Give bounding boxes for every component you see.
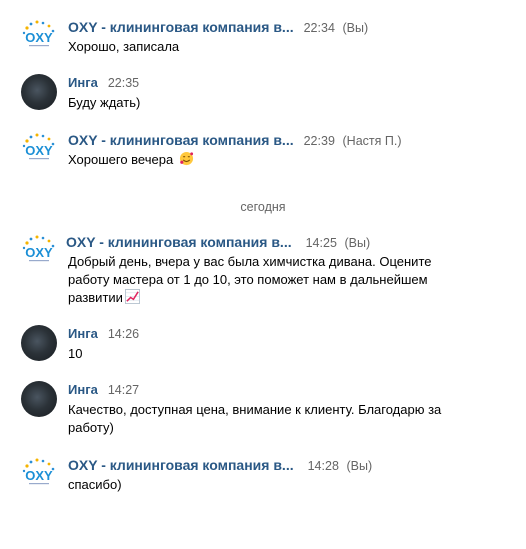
message-text: Буду ждать) — [68, 95, 141, 110]
message-header: OXY - клининговая компания в... 14:28 (Вы… — [68, 456, 372, 475]
message-header: Инга 14:27 — [68, 381, 139, 399]
svg-text:OXY: OXY — [25, 245, 53, 260]
message-header: Инга 14:26 — [68, 325, 139, 343]
avatar[interactable]: OXY — [21, 233, 57, 269]
chart-increasing-icon — [124, 289, 140, 309]
author-name[interactable]: Инга — [68, 382, 98, 397]
svg-text:OXY: OXY — [25, 143, 53, 158]
avatar[interactable] — [21, 74, 57, 110]
message-text: Хорошо, записала — [68, 39, 180, 54]
avatar[interactable]: OXY — [21, 456, 57, 492]
message-time[interactable]: 22:39 — [304, 134, 335, 148]
message-text: Добрый день, вчера у вас была химчистка … — [68, 253, 458, 309]
oxy-logo-icon: OXY — [22, 133, 55, 160]
message-time[interactable]: 14:27 — [108, 383, 139, 397]
avatar[interactable]: OXY — [21, 131, 57, 167]
date-divider: сегодня — [240, 200, 286, 214]
author-name[interactable]: OXY - клининговая компания в... — [66, 234, 292, 250]
message-text: спасибо) — [68, 477, 122, 492]
sender-note: (Вы) — [344, 236, 371, 250]
message-time[interactable]: 14:25 — [306, 236, 337, 250]
oxy-logo-icon: OXY — [22, 458, 55, 485]
message-header: OXY - клининговая компания в... 14:25 (Вы… — [66, 233, 370, 252]
message-text: 10 — [68, 346, 83, 361]
oxy-logo-icon: OXY — [22, 20, 55, 47]
message-text-content: Добрый день, вчера у вас была химчистка … — [68, 254, 432, 305]
avatar[interactable]: OXY — [21, 18, 57, 54]
sender-note: (Вы) — [342, 21, 369, 35]
message-text: Качество, доступная цена, внимание к кли… — [68, 402, 442, 435]
sender-note: (Настя П.) — [342, 134, 402, 148]
message-time[interactable]: 22:34 — [304, 21, 335, 35]
author-name[interactable]: OXY - клининговая компания в... — [68, 457, 294, 473]
message-text: Хорошего вечера — [68, 151, 458, 171]
message-time[interactable]: 22:35 — [108, 76, 139, 90]
message-header: Инга 22:35 — [68, 74, 139, 92]
svg-text:OXY: OXY — [25, 468, 53, 483]
avatar[interactable] — [21, 325, 57, 361]
author-name[interactable]: Инга — [68, 75, 98, 90]
author-name[interactable]: Инга — [68, 326, 98, 341]
message-header: OXY - клининговая компания в... 22:34 (Вы… — [68, 18, 368, 37]
avatar[interactable] — [21, 381, 57, 417]
message-text-content: Хорошего вечера — [68, 152, 174, 167]
author-name[interactable]: OXY - клининговая компания в... — [68, 19, 294, 35]
message-header: OXY - клининговая компания в... 22:39 (На… — [68, 131, 402, 150]
author-name[interactable]: OXY - клининговая компания в... — [68, 132, 294, 148]
smiling-face-with-hearts-icon — [179, 151, 194, 171]
oxy-logo-icon: OXY — [22, 235, 55, 262]
sender-note: (Вы) — [346, 459, 373, 473]
svg-text:OXY: OXY — [25, 30, 53, 45]
message-time[interactable]: 14:28 — [308, 459, 339, 473]
message-time[interactable]: 14:26 — [108, 327, 139, 341]
